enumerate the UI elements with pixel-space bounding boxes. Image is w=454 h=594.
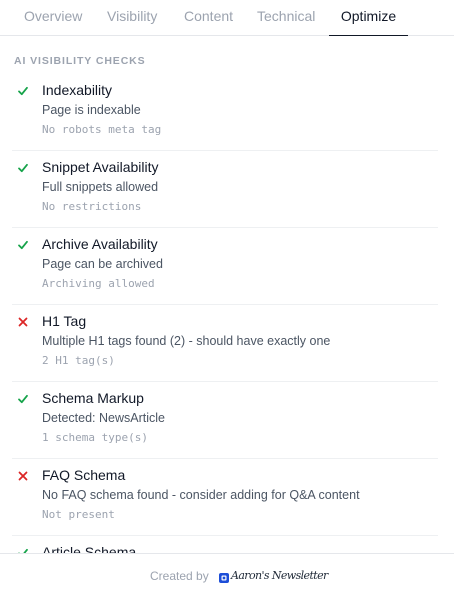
tab-optimize[interactable]: Optimize — [329, 0, 408, 36]
check-item: Indexability Page is indexable No robots m… — [12, 74, 438, 151]
check-detail: No FAQ schema found - consider adding fo… — [42, 488, 360, 502]
checkmark-icon — [17, 162, 29, 174]
check-item: Snippet Availability Full snippets allowe… — [12, 151, 438, 228]
tab-visibility[interactable]: Visibility — [107, 0, 157, 36]
tab-overview[interactable]: Overview — [24, 0, 82, 36]
tab-content[interactable]: Content — [184, 0, 233, 36]
check-detail: Full snippets allowed — [42, 180, 159, 194]
check-title: FAQ Schema — [42, 467, 126, 483]
check-note: 2 H1 tag(s) — [42, 354, 115, 367]
check-title: Snippet Availability — [42, 159, 159, 175]
check-title: Schema Markup — [42, 390, 144, 406]
check-title: Indexability — [42, 82, 113, 98]
tab-bar: Overview Visibility Content Technical Op… — [0, 0, 454, 36]
checks-list: Indexability Page is indexable No robots m… — [12, 74, 438, 553]
x-mark-icon — [17, 316, 29, 328]
check-title: H1 Tag — [42, 313, 87, 329]
check-title: Archive Availability — [42, 236, 158, 252]
check-detail: Multiple H1 tags found (2) - should have… — [42, 334, 331, 348]
check-note: Not present — [42, 508, 115, 521]
check-item: FAQ Schema No FAQ schema found - consider… — [12, 459, 438, 536]
tab-technical[interactable]: Technical — [257, 0, 315, 36]
optimize-panel[interactable]: AI VISIBILITY CHECKS Indexability Page is… — [0, 36, 454, 553]
checkmark-icon — [17, 239, 29, 251]
footer: Created by Aaron's Newsletter — [0, 553, 454, 594]
created-by-label: Created by — [150, 569, 209, 583]
section-heading: AI VISIBILITY CHECKS — [14, 55, 146, 67]
x-mark-icon — [17, 470, 29, 482]
check-note: Archiving allowed — [42, 277, 155, 290]
check-item: Schema Markup Detected: NewsArticle 1 sche… — [12, 382, 438, 459]
brand-name: Aaron's Newsletter — [231, 569, 328, 582]
check-item: H1 Tag Multiple H1 tags found (2) - shoul… — [12, 305, 438, 382]
check-note: No restrictions — [42, 200, 142, 213]
newsletter-logo-icon — [219, 570, 229, 583]
check-title: Article Schema — [42, 544, 137, 553]
check-detail: Page is indexable — [42, 103, 141, 117]
checkmark-icon — [17, 393, 29, 405]
check-note: 1 schema type(s) — [42, 431, 148, 444]
check-detail: Detected: NewsArticle — [42, 411, 165, 425]
check-item: Archive Availability Page can be archived… — [12, 228, 438, 305]
checkmark-icon — [17, 85, 29, 97]
check-item: Article Schema — [12, 536, 438, 553]
check-detail: Page can be archived — [42, 257, 163, 271]
check-note: No robots meta tag — [42, 123, 162, 136]
